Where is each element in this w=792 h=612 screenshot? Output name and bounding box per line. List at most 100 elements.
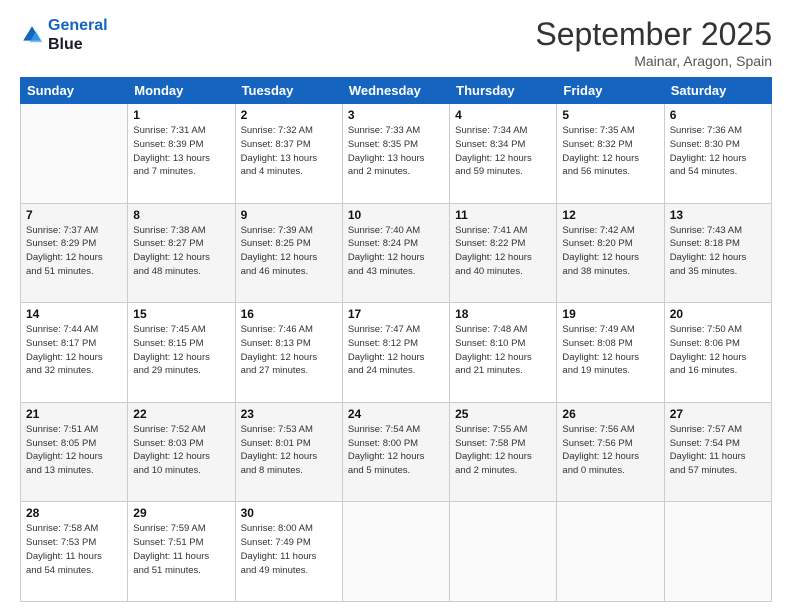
logo-text: General Blue — [48, 16, 108, 54]
calendar-cell: 20Sunrise: 7:50 AM Sunset: 8:06 PM Dayli… — [664, 303, 771, 403]
calendar-cell — [450, 502, 557, 602]
calendar-cell: 23 Sunrise: 7:53 AM Sunset: 8:01 PM Dayli… — [235, 402, 342, 502]
calendar-cell: 5 Sunrise: 7:35 AM Sunset: 8:32 PM Daylig… — [557, 104, 664, 204]
calendar-cell: 7Sunrise: 7:37 AM Sunset: 8:29 PM Daylig… — [21, 203, 128, 303]
day-info: Sunrise: 7:35 AM Sunset: 8:32 PM Dayligh… — [562, 124, 658, 179]
day-info: Sunrise: 7:39 AM Sunset: 8:25 PM Dayligh… — [241, 224, 337, 279]
day-number: 1 — [133, 108, 229, 122]
col-thursday: Thursday — [450, 78, 557, 104]
logo-icon — [20, 23, 44, 47]
day-number: 10 — [348, 208, 444, 222]
day-number: 30 — [241, 506, 337, 520]
day-info: Sunrise: 7:57 AM Sunset: 7:54 PM Dayligh… — [670, 423, 766, 478]
calendar-cell: 29 Sunrise: 7:59 AM Sunset: 7:51 PM Dayli… — [128, 502, 235, 602]
day-number: 18 — [455, 307, 551, 321]
day-number: 5 — [562, 108, 658, 122]
col-saturday: Saturday — [664, 78, 771, 104]
day-info: Sunrise: 7:42 AM Sunset: 8:20 PM Dayligh… — [562, 224, 658, 279]
day-number: 21 — [26, 407, 122, 421]
day-info: Sunrise: 7:46 AM Sunset: 8:13 PM Dayligh… — [241, 323, 337, 378]
calendar-week-row: 1 Sunrise: 7:31 AM Sunset: 8:39 PM Daylig… — [21, 104, 772, 204]
day-number: 8 — [133, 208, 229, 222]
day-number: 28 — [26, 506, 122, 520]
calendar-cell: 11 Sunrise: 7:41 AM Sunset: 8:22 PM Dayli… — [450, 203, 557, 303]
calendar-week-row: 7Sunrise: 7:37 AM Sunset: 8:29 PM Daylig… — [21, 203, 772, 303]
day-number: 6 — [670, 108, 766, 122]
calendar-cell: 19 Sunrise: 7:49 AM Sunset: 8:08 PM Dayli… — [557, 303, 664, 403]
day-info: Sunrise: 7:32 AM Sunset: 8:37 PM Dayligh… — [241, 124, 337, 179]
calendar-cell: 13Sunrise: 7:43 AM Sunset: 8:18 PM Dayli… — [664, 203, 771, 303]
day-number: 24 — [348, 407, 444, 421]
col-friday: Friday — [557, 78, 664, 104]
day-info: Sunrise: 7:58 AM Sunset: 7:53 PM Dayligh… — [26, 522, 122, 577]
calendar-cell: 18 Sunrise: 7:48 AM Sunset: 8:10 PM Dayli… — [450, 303, 557, 403]
day-number: 16 — [241, 307, 337, 321]
calendar-cell: 8 Sunrise: 7:38 AM Sunset: 8:27 PM Daylig… — [128, 203, 235, 303]
day-number: 7 — [26, 208, 122, 222]
calendar-cell: 30Sunrise: 8:00 AM Sunset: 7:49 PM Dayli… — [235, 502, 342, 602]
month-title: September 2025 — [535, 16, 772, 53]
calendar-cell — [557, 502, 664, 602]
calendar-table: Sunday Monday Tuesday Wednesday Thursday… — [20, 77, 772, 602]
day-info: Sunrise: 7:56 AM Sunset: 7:56 PM Dayligh… — [562, 423, 658, 478]
day-number: 26 — [562, 407, 658, 421]
col-monday: Monday — [128, 78, 235, 104]
day-info: Sunrise: 7:36 AM Sunset: 8:30 PM Dayligh… — [670, 124, 766, 179]
day-number: 27 — [670, 407, 766, 421]
day-number: 9 — [241, 208, 337, 222]
calendar-cell: 28 Sunrise: 7:58 AM Sunset: 7:53 PM Dayli… — [21, 502, 128, 602]
day-info: Sunrise: 7:43 AM Sunset: 8:18 PM Dayligh… — [670, 224, 766, 279]
col-sunday: Sunday — [21, 78, 128, 104]
day-number: 17 — [348, 307, 444, 321]
day-info: Sunrise: 7:38 AM Sunset: 8:27 PM Dayligh… — [133, 224, 229, 279]
day-number: 15 — [133, 307, 229, 321]
day-info: Sunrise: 7:55 AM Sunset: 7:58 PM Dayligh… — [455, 423, 551, 478]
day-info: Sunrise: 7:44 AM Sunset: 8:17 PM Dayligh… — [26, 323, 122, 378]
day-info: Sunrise: 7:59 AM Sunset: 7:51 PM Dayligh… — [133, 522, 229, 577]
day-info: Sunrise: 7:41 AM Sunset: 8:22 PM Dayligh… — [455, 224, 551, 279]
day-info: Sunrise: 7:47 AM Sunset: 8:12 PM Dayligh… — [348, 323, 444, 378]
calendar-cell: 2 Sunrise: 7:32 AM Sunset: 8:37 PM Daylig… — [235, 104, 342, 204]
logo: General Blue — [20, 16, 108, 54]
day-number: 20 — [670, 307, 766, 321]
day-info: Sunrise: 7:48 AM Sunset: 8:10 PM Dayligh… — [455, 323, 551, 378]
calendar-week-row: 14Sunrise: 7:44 AM Sunset: 8:17 PM Dayli… — [21, 303, 772, 403]
calendar-cell: 4Sunrise: 7:34 AM Sunset: 8:34 PM Daylig… — [450, 104, 557, 204]
day-info: Sunrise: 7:53 AM Sunset: 8:01 PM Dayligh… — [241, 423, 337, 478]
day-info: Sunrise: 7:34 AM Sunset: 8:34 PM Dayligh… — [455, 124, 551, 179]
day-number: 25 — [455, 407, 551, 421]
day-info: Sunrise: 7:31 AM Sunset: 8:39 PM Dayligh… — [133, 124, 229, 179]
calendar-cell: 26 Sunrise: 7:56 AM Sunset: 7:56 PM Dayli… — [557, 402, 664, 502]
day-info: Sunrise: 7:49 AM Sunset: 8:08 PM Dayligh… — [562, 323, 658, 378]
day-info: Sunrise: 7:54 AM Sunset: 8:00 PM Dayligh… — [348, 423, 444, 478]
calendar-cell: 21 Sunrise: 7:51 AM Sunset: 8:05 PM Dayli… — [21, 402, 128, 502]
calendar-cell: 22Sunrise: 7:52 AM Sunset: 8:03 PM Dayli… — [128, 402, 235, 502]
day-number: 2 — [241, 108, 337, 122]
calendar-header-row: Sunday Monday Tuesday Wednesday Thursday… — [21, 78, 772, 104]
day-number: 29 — [133, 506, 229, 520]
calendar-cell: 9 Sunrise: 7:39 AM Sunset: 8:25 PM Daylig… — [235, 203, 342, 303]
day-info: Sunrise: 7:51 AM Sunset: 8:05 PM Dayligh… — [26, 423, 122, 478]
day-number: 23 — [241, 407, 337, 421]
calendar-cell: 16 Sunrise: 7:46 AM Sunset: 8:13 PM Dayli… — [235, 303, 342, 403]
calendar-cell: 27 Sunrise: 7:57 AM Sunset: 7:54 PM Dayli… — [664, 402, 771, 502]
logo-line2: Blue — [48, 35, 108, 54]
day-number: 11 — [455, 208, 551, 222]
title-block: September 2025 Mainar, Aragon, Spain — [535, 16, 772, 69]
calendar-cell: 3Sunrise: 7:33 AM Sunset: 8:35 PM Daylig… — [342, 104, 449, 204]
day-number: 3 — [348, 108, 444, 122]
logo-line1: General — [48, 17, 108, 34]
day-info: Sunrise: 7:40 AM Sunset: 8:24 PM Dayligh… — [348, 224, 444, 279]
calendar-cell: 10 Sunrise: 7:40 AM Sunset: 8:24 PM Dayli… — [342, 203, 449, 303]
day-info: Sunrise: 7:45 AM Sunset: 8:15 PM Dayligh… — [133, 323, 229, 378]
day-number: 22 — [133, 407, 229, 421]
col-tuesday: Tuesday — [235, 78, 342, 104]
calendar-cell — [342, 502, 449, 602]
calendar-cell: 14Sunrise: 7:44 AM Sunset: 8:17 PM Dayli… — [21, 303, 128, 403]
day-number: 19 — [562, 307, 658, 321]
calendar-cell: 15 Sunrise: 7:45 AM Sunset: 8:15 PM Dayli… — [128, 303, 235, 403]
day-number: 12 — [562, 208, 658, 222]
location: Mainar, Aragon, Spain — [535, 53, 772, 69]
col-wednesday: Wednesday — [342, 78, 449, 104]
calendar-cell: 17 Sunrise: 7:47 AM Sunset: 8:12 PM Dayli… — [342, 303, 449, 403]
